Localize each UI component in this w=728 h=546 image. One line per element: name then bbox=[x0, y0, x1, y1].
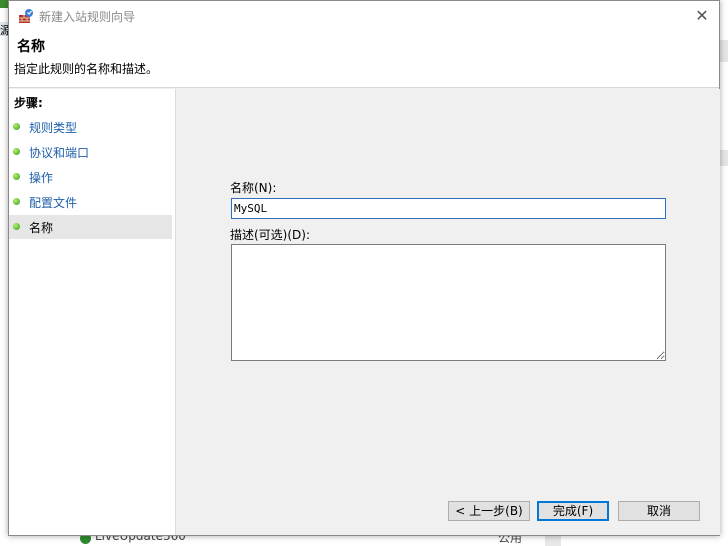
step-label: 规则类型 bbox=[29, 121, 78, 135]
window-title: 新建入站规则向导 bbox=[39, 10, 136, 24]
green-dot-icon bbox=[13, 173, 20, 180]
step-profile[interactable]: 配置文件 bbox=[9, 190, 172, 214]
new-inbound-rule-wizard: 新建入站规则向导 ✕ 名称 指定此规则的名称和描述。 步骤: 规则类型 协议和端… bbox=[8, 0, 720, 536]
close-icon[interactable]: ✕ bbox=[691, 5, 713, 27]
steps-pane: 步骤: 规则类型 协议和端口 操作 配置文件 名称 bbox=[9, 89, 175, 535]
description-textarea[interactable] bbox=[231, 244, 666, 361]
step-rule-type[interactable]: 规则类型 bbox=[9, 115, 172, 139]
page-subtitle: 指定此规则的名称和描述。 bbox=[14, 62, 159, 76]
step-label: 协议和端口 bbox=[29, 146, 90, 160]
name-input[interactable] bbox=[231, 198, 666, 219]
step-name-current: 名称 bbox=[9, 215, 172, 239]
step-label: 操作 bbox=[29, 171, 54, 185]
background-status-icon bbox=[0, 0, 8, 8]
name-label: 名称(N): bbox=[230, 181, 277, 195]
step-label: 配置文件 bbox=[29, 196, 78, 210]
finish-button[interactable]: 完成(F) bbox=[537, 501, 609, 521]
content-pane: 名称(N): 描述(可选)(D): < 上一步(B) 完成(F) 取消 bbox=[175, 89, 720, 535]
steps-title: 步骤: bbox=[14, 96, 43, 110]
background-scroll-part bbox=[720, 40, 728, 62]
green-dot-icon bbox=[13, 148, 20, 155]
green-dot-icon bbox=[13, 223, 20, 230]
back-button[interactable]: < 上一步(B) bbox=[448, 501, 530, 521]
background-scroll-part bbox=[720, 150, 728, 166]
step-label: 名称 bbox=[29, 221, 54, 235]
firewall-wizard-icon bbox=[18, 8, 34, 24]
step-protocol-ports[interactable]: 协议和端口 bbox=[9, 140, 172, 164]
title-bar[interactable]: 新建入站规则向导 ✕ bbox=[9, 1, 719, 31]
page-title: 名称 bbox=[17, 39, 45, 55]
green-dot-icon bbox=[13, 123, 20, 130]
page-header: 名称 指定此规则的名称和描述。 bbox=[9, 31, 719, 88]
cancel-button[interactable]: 取消 bbox=[618, 501, 700, 521]
green-dot-icon bbox=[13, 198, 20, 205]
description-label: 描述(可选)(D): bbox=[230, 228, 311, 242]
step-action[interactable]: 操作 bbox=[9, 165, 172, 189]
